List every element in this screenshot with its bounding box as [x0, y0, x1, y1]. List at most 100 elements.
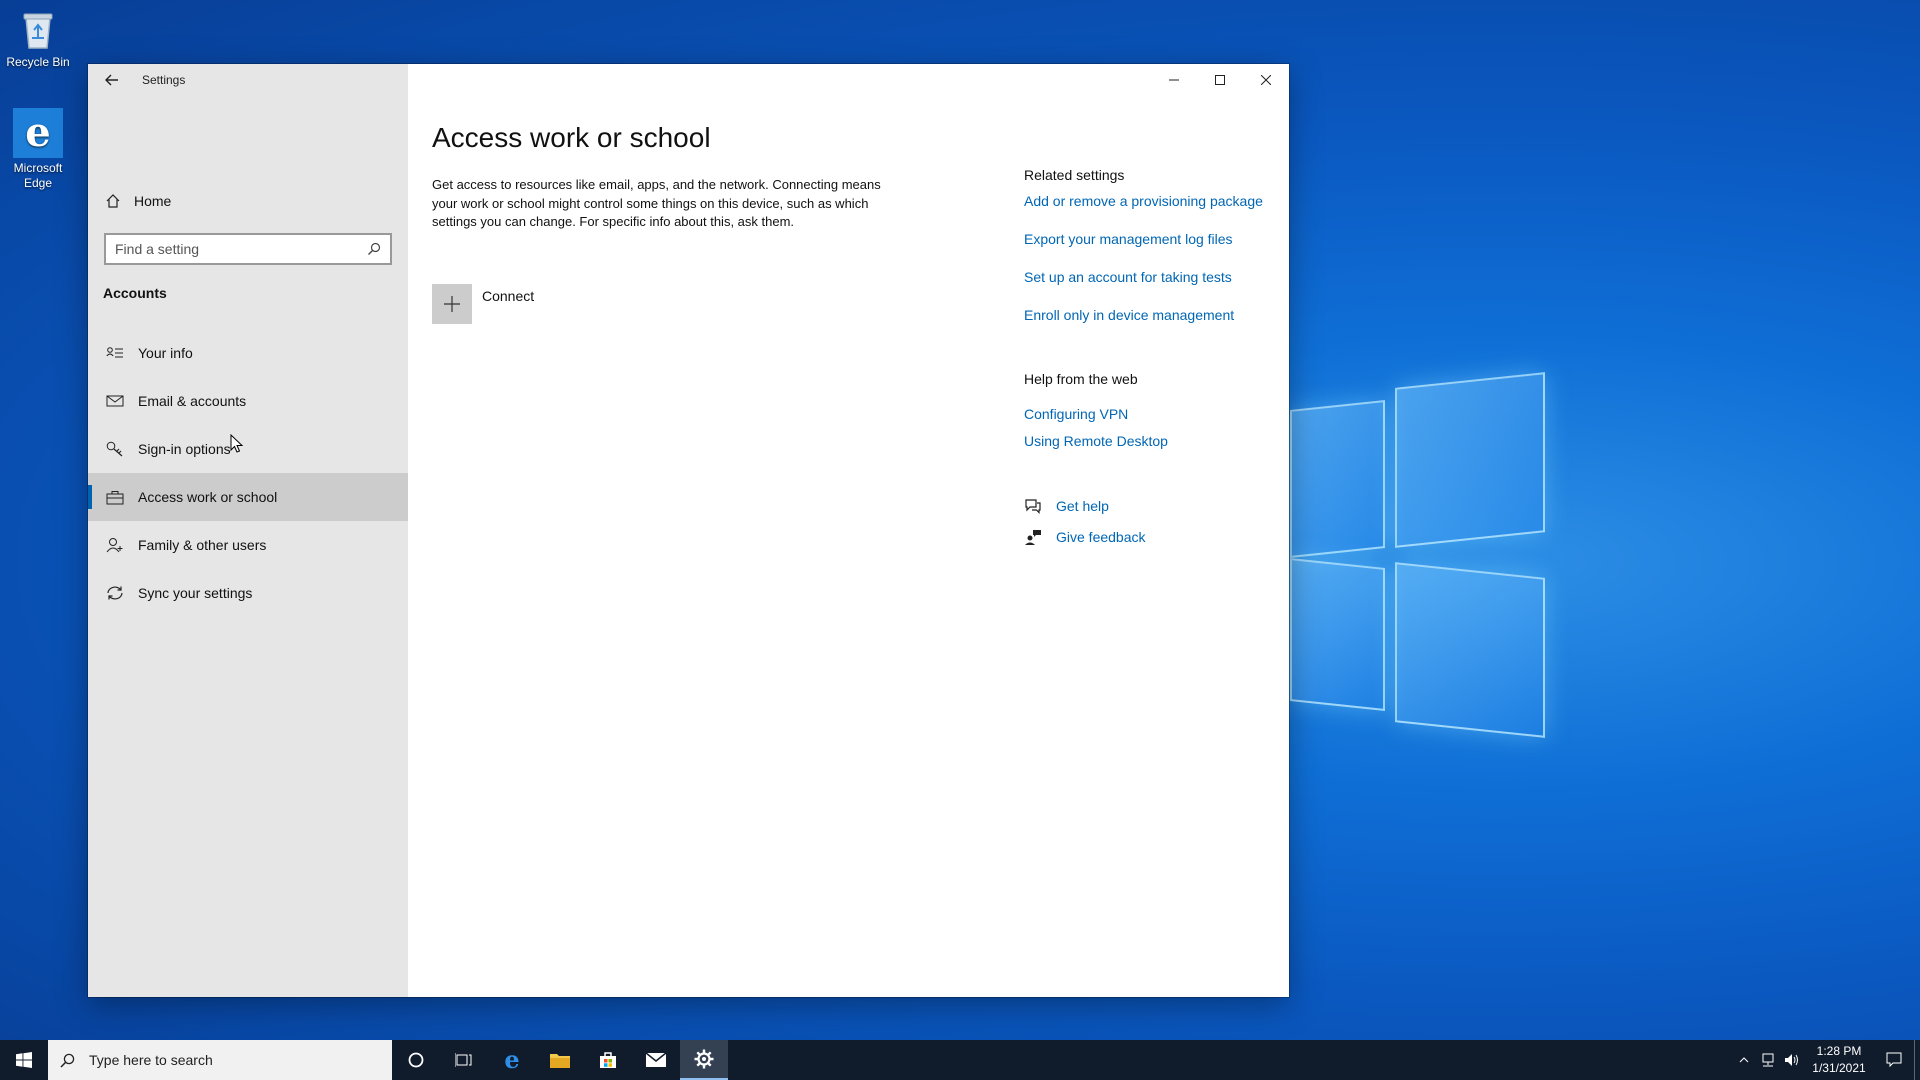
sidebar-item-sign-in-options[interactable]: Sign-in options: [88, 425, 408, 473]
volume-button[interactable]: [1780, 1040, 1804, 1080]
network-icon: [1762, 1053, 1774, 1067]
get-help-label: Get help: [1056, 497, 1109, 514]
sidebar-item-label: Access work or school: [138, 489, 278, 505]
minimize-icon: [1169, 79, 1179, 81]
notification-icon: [1886, 1052, 1902, 1068]
gear-icon: [694, 1049, 714, 1069]
speaker-icon: [1785, 1054, 1798, 1066]
get-help-link[interactable]: Get help: [1024, 490, 1294, 521]
taskbar-settings-button[interactable]: [680, 1040, 728, 1080]
mail-icon: [645, 1052, 667, 1067]
home-icon: [88, 193, 134, 209]
titlebar: Settings: [88, 64, 185, 96]
desktop-icon-label: Microsoft Edge: [13, 161, 63, 190]
sidebar-item-access-work-or-school[interactable]: Access work or school: [88, 473, 408, 521]
taskbar-mail-button[interactable]: [632, 1040, 680, 1080]
search-icon: [60, 1053, 75, 1068]
mail-icon: [88, 394, 138, 408]
sidebar-nav: Your info Email & accounts Sign-in optio…: [88, 329, 408, 617]
related-settings-heading: Related settings: [1024, 167, 1125, 183]
search-input[interactable]: [115, 241, 367, 257]
key-icon: [88, 441, 138, 457]
plus-icon: [432, 284, 472, 324]
taskbar-edge-button[interactable]: e: [488, 1040, 536, 1080]
contact-card-icon: [88, 346, 138, 360]
link-enroll-device-management[interactable]: Enroll only in device management: [1024, 307, 1294, 323]
link-setup-account-taking-tests[interactable]: Set up an account for taking tests: [1024, 269, 1294, 285]
desktop-icon-recycle-bin[interactable]: Recycle Bin: [0, 6, 76, 70]
chat-help-icon: [1024, 498, 1056, 514]
edge-icon: e: [504, 1045, 520, 1074]
sidebar-item-label: Home: [134, 193, 172, 209]
give-feedback-link[interactable]: Give feedback: [1024, 521, 1294, 552]
taskbar-clock[interactable]: 1:28 PM 1/31/2021: [1804, 1043, 1874, 1077]
briefcase-icon: [88, 490, 138, 505]
desktop-icon-microsoft-edge[interactable]: e Microsoft Edge: [0, 108, 76, 191]
recycle-bin-icon: [15, 6, 61, 52]
show-hidden-icons-button[interactable]: [1732, 1040, 1756, 1080]
window-title: Settings: [142, 73, 186, 87]
link-add-remove-provisioning-package[interactable]: Add or remove a provisioning package: [1024, 193, 1294, 209]
desktop-icon-label: Recycle Bin: [6, 55, 70, 69]
cortana-circle-icon: [408, 1052, 424, 1068]
sync-icon: [88, 585, 138, 601]
feedback-person-icon: [1024, 529, 1056, 545]
connect-button[interactable]: Connect: [432, 284, 534, 324]
sidebar-item-label: Email & accounts: [138, 393, 247, 409]
sidebar-item-email-accounts[interactable]: Email & accounts: [88, 377, 408, 425]
taskbar-file-explorer-button[interactable]: [536, 1040, 584, 1080]
caption-buttons: [1151, 64, 1289, 96]
related-panel: Related settings Add or remove a provisi…: [1024, 167, 1294, 552]
sidebar-item-home[interactable]: Home: [88, 182, 408, 220]
action-center-button[interactable]: [1874, 1040, 1914, 1080]
help-from-web-heading: Help from the web: [1024, 371, 1138, 387]
edge-icon: e: [13, 108, 63, 158]
store-bag-icon: [600, 1052, 616, 1068]
link-using-remote-desktop[interactable]: Using Remote Desktop: [1024, 433, 1294, 449]
minimize-button[interactable]: [1151, 64, 1197, 96]
section-heading: Accounts: [103, 285, 167, 301]
mouse-cursor-icon: [230, 434, 244, 453]
taskbar: Type here to search e 1:28 PM 1/31/2021: [0, 1040, 1920, 1080]
link-configuring-vpn[interactable]: Configuring VPN: [1024, 406, 1294, 422]
taskbar-store-button[interactable]: [584, 1040, 632, 1080]
sidebar-item-family-other-users[interactable]: Family & other users: [88, 521, 408, 569]
sidebar-item-sync-your-settings[interactable]: Sync your settings: [88, 569, 408, 617]
main-content: Access work or school Get access to reso…: [408, 64, 1289, 997]
task-view-icon: [455, 1053, 472, 1067]
task-view-button[interactable]: [440, 1040, 488, 1080]
close-button[interactable]: [1243, 64, 1289, 96]
person-add-icon: [88, 537, 138, 553]
connect-label: Connect: [482, 288, 535, 304]
folder-icon: [550, 1054, 570, 1068]
maximize-icon: [1215, 75, 1225, 85]
page-title: Access work or school: [432, 122, 711, 153]
clock-date: 1/31/2021: [1812, 1061, 1866, 1075]
clock-time: 1:28 PM: [1816, 1044, 1862, 1058]
taskbar-search-box[interactable]: Type here to search: [48, 1040, 392, 1080]
settings-window: Settings Home Accounts Your info: [88, 64, 1289, 997]
search-icon: [368, 242, 381, 255]
close-icon: [1261, 75, 1271, 85]
chevron-up-icon: [1739, 1057, 1749, 1063]
maximize-button[interactable]: [1197, 64, 1243, 96]
link-export-management-log-files[interactable]: Export your management log files: [1024, 231, 1294, 247]
sidebar-item-label: Sign-in options: [138, 441, 231, 457]
sidebar-item-label: Your info: [138, 345, 193, 361]
sidebar-item-your-info[interactable]: Your info: [88, 329, 408, 377]
cortana-button[interactable]: [392, 1040, 440, 1080]
sidebar-item-label: Family & other users: [138, 537, 267, 553]
wallpaper-windows-logo: [1250, 370, 1560, 750]
find-setting-search-box[interactable]: [104, 233, 392, 265]
back-button[interactable]: [88, 64, 136, 96]
page-description: Get access to resources like email, apps…: [432, 177, 881, 229]
start-button[interactable]: [0, 1040, 48, 1080]
system-tray: 1:28 PM 1/31/2021: [1732, 1040, 1920, 1080]
taskbar-search-placeholder: Type here to search: [89, 1052, 213, 1068]
give-feedback-label: Give feedback: [1056, 528, 1146, 545]
sidebar: Settings Home Accounts Your info: [88, 64, 408, 997]
windows-start-icon: [16, 1052, 32, 1068]
network-button[interactable]: [1756, 1040, 1780, 1080]
sidebar-item-label: Sync your settings: [138, 585, 253, 601]
show-desktop-button[interactable]: [1914, 1040, 1920, 1080]
